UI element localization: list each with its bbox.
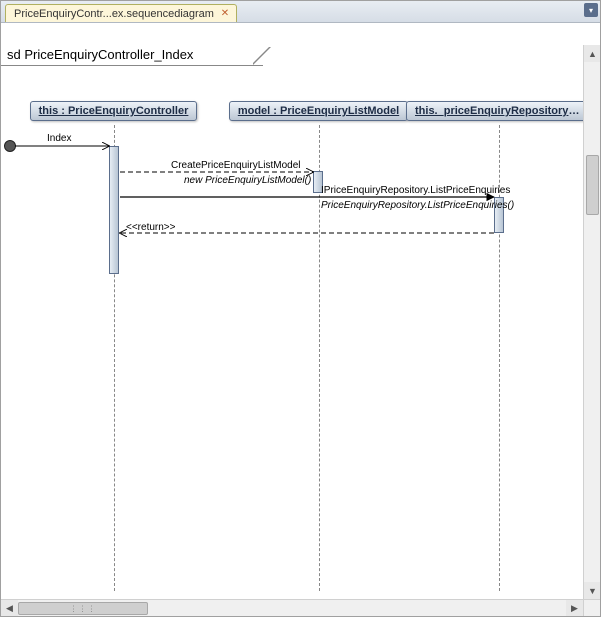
activation-controller[interactable] — [109, 146, 119, 274]
lifeline-line-model — [319, 125, 320, 591]
lifeline-repository[interactable]: this._priceEnquiryRepository : T — [401, 101, 596, 124]
scroll-down-button[interactable]: ▼ — [584, 582, 600, 599]
msg-found-label: Index — [47, 133, 71, 144]
lifeline-controller[interactable]: this : PriceEnquiryController — [16, 101, 211, 124]
tab-active[interactable]: PriceEnquiryContr...ex.sequencediagram ✕ — [5, 4, 237, 22]
msg-return-label: <<return>> — [126, 222, 175, 233]
diagram-canvas[interactable]: sd PriceEnquiryController_Index this : P… — [1, 23, 585, 601]
lifeline-head-model[interactable]: model : PriceEnquiryListModel — [229, 101, 408, 121]
sequence-frame-tag-corner — [253, 47, 271, 65]
vertical-scrollbar[interactable]: ▲ ▼ — [583, 45, 600, 599]
sequence-frame-border — [1, 65, 263, 66]
tab-overflow-dropdown[interactable]: ▾ — [584, 3, 598, 17]
sequence-frame-label: sd PriceEnquiryController_Index — [7, 47, 193, 62]
tab-label: PriceEnquiryContr...ex.sequencediagram — [14, 7, 214, 21]
msg-create-model-label: CreatePriceEnquiryListModel — [171, 160, 301, 171]
msg-impl-list-label: PriceEnquiryRepository.ListPriceEnquirie… — [321, 200, 514, 211]
msg-new-model-label: new PriceEnquiryListModel() — [184, 175, 311, 186]
lifeline-head-repository[interactable]: this._priceEnquiryRepository : T — [406, 101, 591, 121]
found-message-endpoint — [4, 140, 16, 152]
canvas-wrap: sd PriceEnquiryController_Index this : P… — [1, 23, 600, 616]
scroll-up-button[interactable]: ▲ — [584, 45, 600, 62]
editor-window: PriceEnquiryContr...ex.sequencediagram ✕… — [0, 0, 601, 617]
horizontal-scroll-thumb[interactable]: ⋮⋮⋮ — [18, 602, 148, 615]
vertical-scroll-thumb[interactable] — [586, 155, 599, 215]
lifeline-model[interactable]: model : PriceEnquiryListModel — [221, 101, 416, 124]
horizontal-scrollbar[interactable]: ◀ ⋮⋮⋮ ▶ — [1, 599, 583, 616]
scroll-left-button[interactable]: ◀ — [1, 600, 18, 616]
scroll-right-button[interactable]: ▶ — [566, 600, 583, 616]
close-icon[interactable]: ✕ — [220, 9, 230, 19]
msg-iface-list-label: IPriceEnquiryRepository.ListPriceEnquiri… — [321, 185, 510, 196]
scroll-corner — [583, 599, 600, 616]
scroll-grip-icon: ⋮⋮⋮ — [70, 604, 97, 613]
tab-bar: PriceEnquiryContr...ex.sequencediagram ✕… — [1, 1, 600, 23]
lifeline-head-controller[interactable]: this : PriceEnquiryController — [30, 101, 198, 121]
